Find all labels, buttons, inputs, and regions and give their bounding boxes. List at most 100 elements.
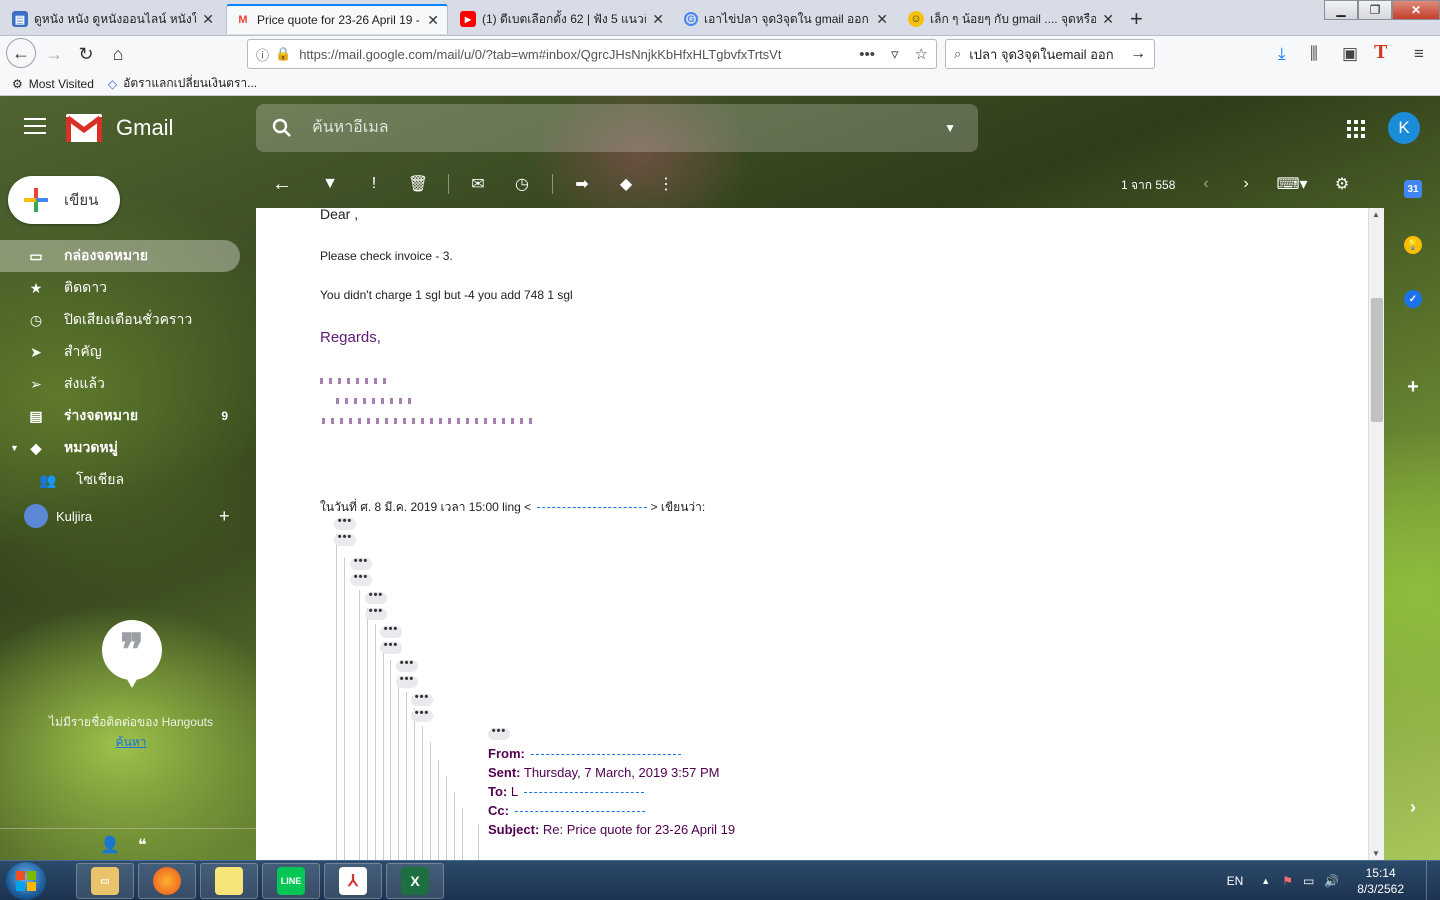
more-actions-icon[interactable]: •••: [859, 46, 875, 63]
search-options-icon[interactable]: ▼: [944, 121, 956, 135]
main-menu-icon[interactable]: [24, 118, 46, 139]
clock[interactable]: 15:14 8/3/2562: [1357, 865, 1404, 897]
url-bar[interactable]: ⓘ 🔒 https://mail.google.com/mail/u/0/?ta…: [247, 39, 937, 69]
close-tab-icon[interactable]: ✕: [427, 12, 439, 29]
close-tab-icon[interactable]: ✕: [876, 11, 888, 28]
show-trimmed-content-button[interactable]: •••: [411, 708, 433, 722]
scroll-up-icon[interactable]: ▲: [1372, 210, 1380, 219]
close-tab-icon[interactable]: ✕: [202, 11, 214, 28]
volume-icon[interactable]: 🔊: [1324, 874, 1339, 888]
taskbar-excel[interactable]: X: [386, 863, 444, 899]
back-icon[interactable]: ←: [6, 38, 36, 68]
bookmark-exchange-rate[interactable]: อัตราแลกเปลี่ยนเงินตรา...: [123, 74, 257, 93]
show-trimmed-content-button[interactable]: •••: [365, 606, 387, 620]
snooze-icon[interactable]: ◷: [512, 174, 532, 194]
taskbar-sticky-notes[interactable]: [200, 863, 258, 899]
show-trimmed-content-button[interactable]: •••: [334, 516, 356, 530]
translate-addon-icon[interactable]: T: [1374, 41, 1387, 64]
forward-icon[interactable]: →: [40, 40, 68, 68]
show-trimmed-content-button[interactable]: •••: [380, 640, 402, 654]
show-trimmed-content-button[interactable]: •••: [350, 556, 372, 570]
sidebar-item-inbox[interactable]: ▭ กล่องจดหมาย: [0, 240, 240, 272]
older-icon[interactable]: ›: [1236, 174, 1256, 194]
sidebar-item-important[interactable]: ➤ สำคัญ: [0, 336, 256, 368]
maximize-icon[interactable]: ❐: [1358, 0, 1392, 20]
info-icon[interactable]: ⓘ: [256, 45, 269, 64]
start-button[interactable]: [6, 862, 46, 900]
pocket-icon[interactable]: ▿: [891, 45, 899, 63]
sidebar-item-categories[interactable]: ▼ ◆ หมวดหมู่: [0, 432, 256, 464]
account-avatar[interactable]: K: [1388, 112, 1420, 144]
mark-unread-icon[interactable]: ✉: [468, 174, 488, 194]
new-tab-icon[interactable]: +: [1130, 6, 1143, 32]
gmail-logo[interactable]: Gmail: [66, 114, 173, 142]
tab-gmail[interactable]: M Price quote for 23-26 April 19 - ✕: [226, 4, 448, 34]
message-scrollbar[interactable]: ▲ ▼: [1368, 208, 1384, 860]
reload-icon[interactable]: ↻: [72, 40, 100, 68]
hangouts-user[interactable]: Kuljira +: [24, 504, 230, 528]
keep-icon[interactable]: 💡: [1404, 236, 1422, 254]
show-desktop-button[interactable]: [1426, 861, 1440, 900]
library-icon[interactable]: ⫼: [1310, 44, 1318, 64]
hangouts-icon[interactable]: ❝: [138, 835, 147, 855]
bookmark-star-icon[interactable]: ☆: [915, 45, 928, 63]
add-contact-icon[interactable]: +: [219, 506, 230, 527]
move-to-icon[interactable]: ➡: [572, 174, 592, 194]
mail-search-box[interactable]: ▼: [256, 104, 978, 152]
tasks-icon[interactable]: ✓: [1404, 290, 1422, 308]
show-trimmed-content-button[interactable]: •••: [334, 532, 356, 546]
show-trimmed-content-button[interactable]: •••: [488, 726, 510, 740]
browser-search-bar[interactable]: ⌕ เปลา จุด3จุดในemail ออก →: [945, 39, 1155, 69]
taskbar-explorer[interactable]: ▭: [76, 863, 134, 899]
expand-arrow-icon[interactable]: ▼: [10, 443, 19, 453]
tab-movies[interactable]: ▤ ดูหนัง หนัง ดูหนังออนไลน์ หนังใหม่ ✕: [4, 4, 222, 34]
get-addons-icon[interactable]: +: [1404, 376, 1422, 398]
download-icon[interactable]: ⤓: [1278, 44, 1286, 64]
url-text[interactable]: https://mail.google.com/mail/u/0/?tab=wm…: [299, 47, 851, 62]
labels-icon[interactable]: ◆: [616, 174, 636, 194]
search-icon[interactable]: [272, 118, 292, 138]
delete-icon[interactable]: 🗑: [408, 174, 428, 194]
language-indicator[interactable]: EN: [1227, 874, 1244, 888]
calendar-icon[interactable]: 31: [1404, 180, 1422, 198]
expand-side-panel-icon[interactable]: ›: [1404, 797, 1422, 817]
archive-icon[interactable]: ▼: [320, 174, 340, 194]
newer-icon[interactable]: ‹: [1196, 174, 1216, 194]
browser-search-text[interactable]: เปลา จุด3จุดในemail ออก: [969, 44, 1130, 65]
show-trimmed-content-button[interactable]: •••: [365, 590, 387, 604]
taskbar-acrobat[interactable]: ⅄: [324, 863, 382, 899]
close-tab-icon[interactable]: ✕: [1102, 11, 1114, 28]
back-to-inbox-icon[interactable]: ←: [272, 173, 292, 195]
more-vert-icon[interactable]: ⋮: [656, 174, 676, 194]
network-icon[interactable]: ⚑: [1282, 874, 1293, 888]
input-tools-icon[interactable]: ⌨▾: [1274, 174, 1310, 194]
show-trimmed-content-button[interactable]: •••: [396, 658, 418, 672]
home-icon[interactable]: ⌂: [104, 40, 132, 68]
minimize-icon[interactable]: ▁: [1324, 0, 1358, 20]
tab-youtube[interactable]: ▶ (1) ดีเบตเลือกตั้ง 62 | ฟัง 5 แนวคิด ✕: [452, 4, 672, 34]
tab-google[interactable]: G เอาไข่ปลา จุด3จุดใน gmail ออก - ✕: [676, 4, 896, 34]
scroll-down-icon[interactable]: ▼: [1372, 849, 1380, 858]
show-hidden-icons-icon[interactable]: ▲: [1261, 876, 1270, 886]
scroll-thumb[interactable]: [1371, 298, 1383, 422]
sidebar-item-drafts[interactable]: ▤ ร่างจดหมาย 9: [0, 400, 256, 432]
show-trimmed-content-button[interactable]: •••: [350, 572, 372, 586]
compose-button[interactable]: เขียน: [8, 176, 120, 224]
sidebar-item-starred[interactable]: ★ ติดดาว: [0, 272, 256, 304]
contacts-icon[interactable]: 👤: [100, 835, 120, 855]
show-trimmed-content-button[interactable]: •••: [396, 674, 418, 688]
taskbar-line[interactable]: LINE: [262, 863, 320, 899]
report-spam-icon[interactable]: !: [364, 174, 384, 194]
hangouts-search-link[interactable]: ค้นหา: [40, 733, 222, 752]
apps-grid-icon[interactable]: [1347, 120, 1365, 138]
mail-search-input[interactable]: [312, 119, 945, 137]
monitor-icon[interactable]: ▭: [1303, 874, 1314, 888]
settings-gear-icon[interactable]: ⚙: [1332, 174, 1352, 194]
tab-emoji[interactable]: ☺ เล็ก ๆ น้อยๆ กับ gmail .... จุดหรือ ✕: [900, 4, 1122, 34]
sidebar-item-snoozed[interactable]: ◷ ปิดเสียงเตือนชั่วคราว: [0, 304, 256, 336]
show-trimmed-content-button[interactable]: •••: [411, 692, 433, 706]
close-window-icon[interactable]: ✕: [1392, 0, 1440, 20]
go-arrow-icon[interactable]: →: [1130, 45, 1146, 63]
taskbar-firefox[interactable]: [138, 863, 196, 899]
sidebar-item-social[interactable]: 👥 โซเชียล: [0, 464, 256, 496]
